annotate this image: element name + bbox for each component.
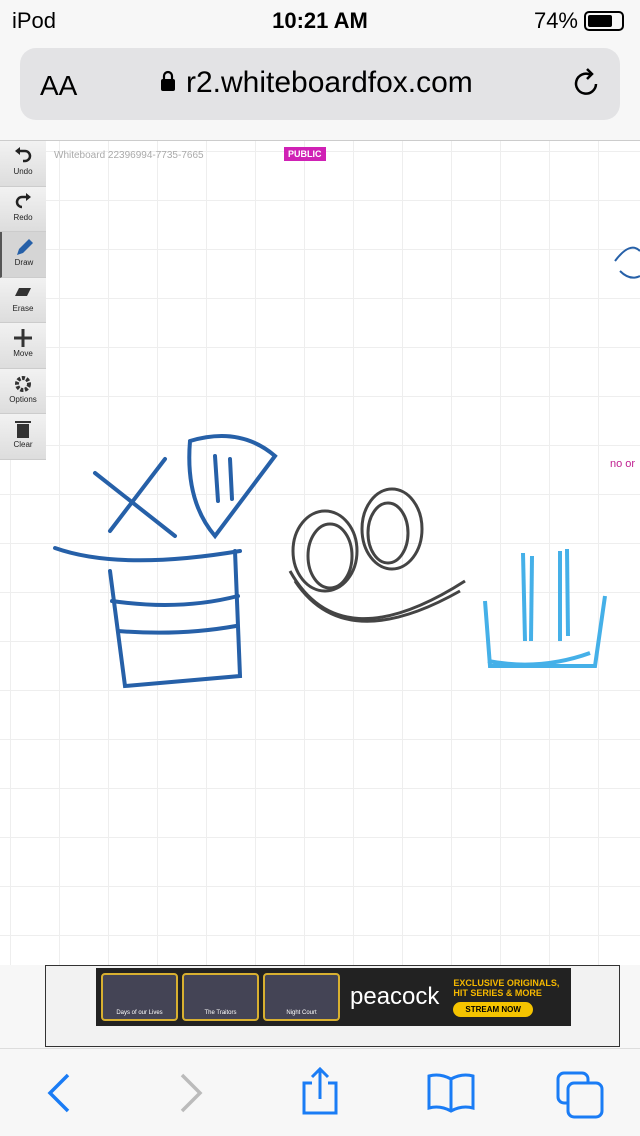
tool-label: Draw [14, 258, 34, 267]
forward-icon[interactable] [176, 1071, 206, 1120]
url-text[interactable]: r2.whiteboardfox.com [186, 66, 473, 100]
tool-label: Options [9, 394, 37, 404]
board-title: Whiteboard 22396994-7735-7665 [54, 150, 204, 161]
move-button[interactable]: Move [0, 323, 46, 369]
erase-button[interactable]: Erase [0, 277, 46, 323]
tool-label: Clear [13, 440, 33, 449]
battery-icon [584, 11, 624, 31]
ad-thumb[interactable]: The Traitors [182, 973, 259, 1021]
stream-now-button[interactable]: STREAM NOW [453, 1001, 533, 1017]
lock-icon [160, 66, 176, 100]
whiteboard-canvas[interactable] [0, 140, 640, 965]
battery-percent: 74% [533, 8, 578, 33]
redo-icon [15, 192, 31, 208]
tool-label: Erase [12, 303, 34, 313]
move-icon [14, 329, 32, 347]
draw-button[interactable]: Draw [0, 232, 46, 278]
status-bar: iPod 10:21 AM 74% [0, 0, 640, 40]
trash-icon [15, 421, 31, 438]
undo-button[interactable]: Undo [0, 141, 46, 187]
ad-headline: EXCLUSIVE ORIGINALS, HIT SERIES & MORE [453, 977, 560, 998]
tool-label: Undo [13, 167, 33, 176]
browser-toolbar [0, 1048, 640, 1136]
clear-button[interactable]: Clear [0, 414, 46, 460]
public-badge: PUBLIC [284, 147, 326, 161]
bookmarks-icon[interactable] [426, 1071, 476, 1120]
battery-status: 74% [534, 8, 624, 34]
tool-label: Redo [13, 212, 33, 222]
undo-icon [15, 147, 32, 163]
board-text: no or [610, 458, 636, 470]
share-icon[interactable] [300, 1065, 340, 1120]
tool-label: Move [13, 349, 33, 358]
tool-sidebar: Undo Redo Draw Erase Move Options Clear [0, 141, 46, 460]
options-button[interactable]: Options [0, 368, 46, 414]
reload-icon[interactable] [570, 66, 602, 108]
ad-brand: peacock [350, 983, 440, 1010]
back-icon[interactable] [44, 1071, 74, 1120]
eraser-icon [15, 287, 31, 296]
ad-thumb[interactable]: Days of our Lives [101, 973, 178, 1021]
text-size-button[interactable]: AA [40, 70, 77, 102]
ad-thumb[interactable]: Night Court [263, 973, 340, 1021]
redo-button[interactable]: Redo [0, 186, 46, 232]
ad-banner[interactable]: Days of our Lives The Traitors Night Cou… [45, 965, 620, 1047]
gear-icon [15, 375, 31, 392]
pencil-icon [17, 239, 33, 255]
tabs-icon[interactable] [556, 1071, 606, 1126]
drawing [53, 246, 640, 689]
address-bar[interactable]: AA r2.whiteboardfox.com [20, 48, 620, 120]
